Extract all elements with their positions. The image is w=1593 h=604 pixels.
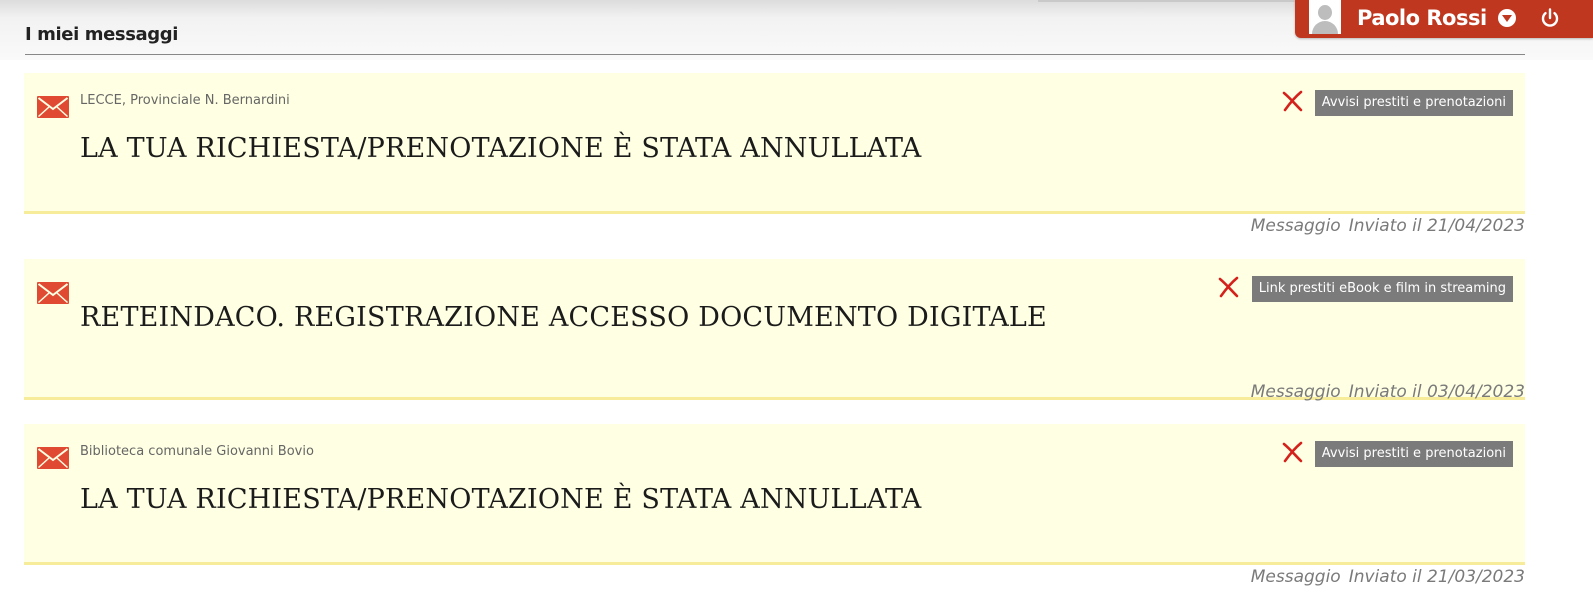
category-badge: Avvisi prestiti e prenotazioni bbox=[1314, 90, 1513, 116]
message-type-label: Messaggio bbox=[1250, 567, 1341, 587]
message-item[interactable]: LECCE, Provinciale N. Bernardini LA TUA … bbox=[24, 73, 1525, 214]
message-type-label: Messaggio bbox=[1250, 216, 1341, 236]
message-sent-label: Inviato il 21/04/2023 bbox=[1348, 216, 1525, 236]
search-field-edge bbox=[1038, 0, 1298, 2]
message-date: Messaggio Inviato il 21/03/2023 bbox=[1251, 567, 1525, 587]
power-icon[interactable] bbox=[1538, 6, 1562, 30]
user-name[interactable]: Paolo Rossi bbox=[1357, 4, 1487, 32]
envelope-icon bbox=[37, 96, 69, 118]
page-title: I miei messaggi bbox=[25, 24, 179, 45]
message-subject[interactable]: LA TUA RICHIESTA/PRENOTAZIONE È STATA AN… bbox=[80, 484, 921, 515]
message-card[interactable]: Biblioteca comunale Giovanni Bovio LA TU… bbox=[24, 424, 1525, 565]
chevron-down-icon[interactable] bbox=[1498, 9, 1516, 27]
category-badge: Avvisi prestiti e prenotazioni bbox=[1314, 441, 1513, 467]
delete-icon[interactable] bbox=[1281, 440, 1305, 464]
message-date: Messaggio Inviato il 21/04/2023 bbox=[1251, 216, 1525, 236]
message-card[interactable]: LECCE, Provinciale N. Bernardini LA TUA … bbox=[24, 73, 1525, 214]
message-source: Biblioteca comunale Giovanni Bovio bbox=[80, 444, 314, 459]
user-avatar-icon[interactable] bbox=[1309, 0, 1341, 34]
envelope-icon bbox=[37, 447, 69, 469]
message-type-label: Messaggio bbox=[1250, 382, 1341, 402]
message-source: LECCE, Provinciale N. Bernardini bbox=[80, 93, 290, 108]
title-divider bbox=[25, 54, 1525, 55]
envelope-icon bbox=[37, 282, 69, 304]
message-sent-label: Inviato il 21/03/2023 bbox=[1348, 567, 1525, 587]
message-item[interactable]: Biblioteca comunale Giovanni Bovio LA TU… bbox=[24, 424, 1525, 565]
message-sent-label: Inviato il 03/04/2023 bbox=[1348, 382, 1525, 402]
message-date: Messaggio Inviato il 03/04/2023 bbox=[1251, 382, 1525, 402]
message-subject[interactable]: RETEINDACO. REGISTRAZIONE ACCESSO DOCUME… bbox=[80, 302, 1047, 333]
delete-icon[interactable] bbox=[1281, 89, 1305, 113]
user-bar: Paolo Rossi bbox=[1295, 0, 1593, 38]
category-badge: Link prestiti eBook e film in streaming bbox=[1251, 276, 1513, 302]
message-item[interactable]: RETEINDACO. REGISTRAZIONE ACCESSO DOCUME… bbox=[24, 259, 1525, 400]
delete-icon[interactable] bbox=[1217, 275, 1241, 299]
message-card[interactable]: RETEINDACO. REGISTRAZIONE ACCESSO DOCUME… bbox=[24, 259, 1525, 400]
message-subject[interactable]: LA TUA RICHIESTA/PRENOTAZIONE È STATA AN… bbox=[80, 133, 921, 164]
